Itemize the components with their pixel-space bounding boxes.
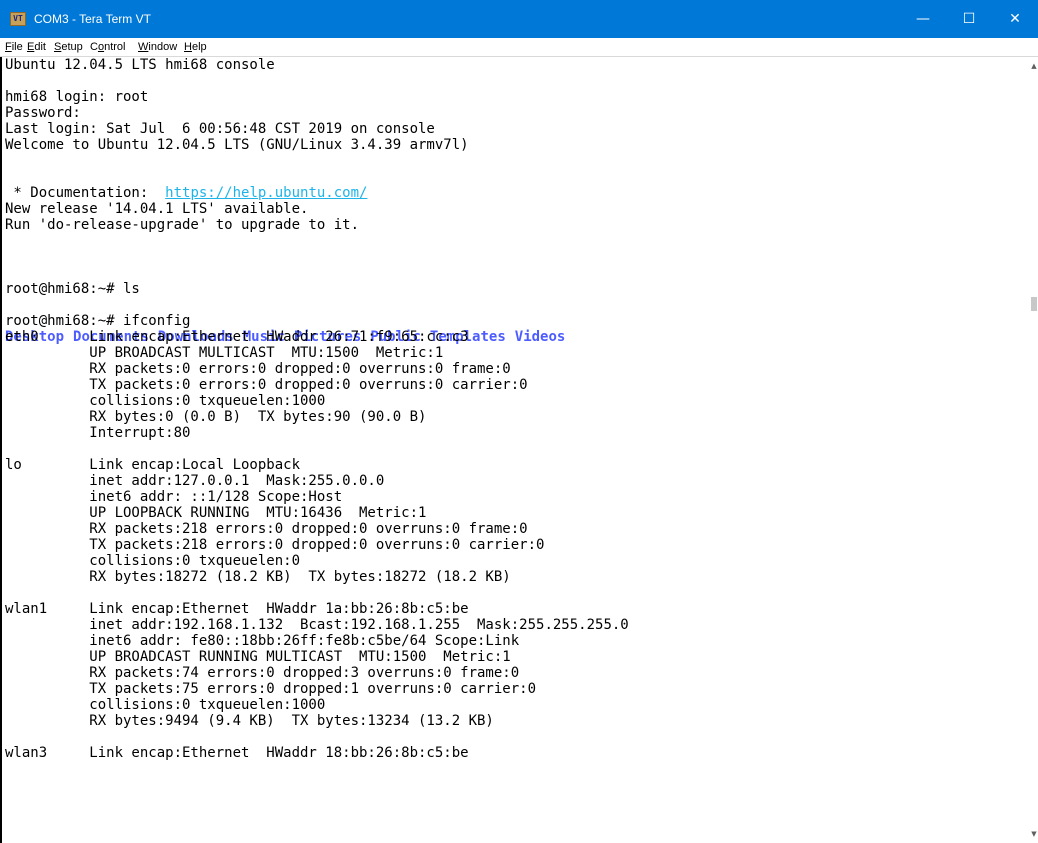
terminal-line: TX packets:75 errors:0 dropped:1 overrun…: [5, 681, 537, 697]
terminal-line: Ubuntu 12.04.5 LTS hmi68 console: [5, 57, 275, 73]
menu-control[interactable]: Control: [90, 39, 125, 55]
terminal-line: inet6 addr: fe80::18bb:26ff:fe8b:c5be/64…: [5, 633, 520, 649]
menu-setup[interactable]: Setup: [54, 39, 83, 55]
tera-term-app-icon[interactable]: VT: [10, 12, 26, 26]
close-button[interactable]: ✕: [992, 0, 1038, 38]
terminal-line: RX bytes:0 (0.0 B) TX bytes:90 (90.0 B): [5, 409, 427, 425]
terminal-line: eth0 Link encap:Ethernet HWaddr 26:71:f9…: [5, 329, 469, 345]
terminal-line: TX packets:218 errors:0 dropped:0 overru…: [5, 537, 545, 553]
maximize-button[interactable]: ☐: [946, 0, 992, 38]
minimize-button[interactable]: —: [900, 0, 946, 38]
title-bar[interactable]: VT COM3 - Tera Term VT — ☐ ✕: [0, 0, 1038, 38]
terminal-line: RX bytes:9494 (9.4 KB) TX bytes:13234 (1…: [5, 713, 494, 729]
terminal-line: UP LOOPBACK RUNNING MTU:16436 Metric:1: [5, 505, 427, 521]
terminal-window: VT COM3 - Tera Term VT — ☐ ✕ File Edit S…: [0, 0, 1038, 843]
left-edge-bar: [0, 57, 2, 843]
terminal-line: Run 'do-release-upgrade' to upgrade to i…: [5, 217, 360, 233]
directory-entry: Videos: [514, 329, 566, 345]
terminal-line: inet addr:192.168.1.132 Bcast:192.168.1.…: [5, 617, 629, 633]
terminal-line: lo Link encap:Local Loopback: [5, 457, 301, 473]
scroll-thumb[interactable]: [1031, 297, 1037, 311]
vertical-scrollbar[interactable]: ▲ ▼: [1030, 57, 1038, 843]
terminal-line: Interrupt:80: [5, 425, 191, 441]
terminal-line: RX packets:74 errors:0 dropped:3 overrun…: [5, 665, 520, 681]
terminal-line: RX bytes:18272 (18.2 KB) TX bytes:18272 …: [5, 569, 511, 585]
terminal-line: collisions:0 txqueuelen:1000: [5, 697, 326, 713]
terminal-line: Last login: Sat Jul 6 00:56:48 CST 2019 …: [5, 121, 435, 137]
terminal-line: wlan1 Link encap:Ethernet HWaddr 1a:bb:2…: [5, 601, 469, 617]
terminal-line: wlan3 Link encap:Ethernet HWaddr 18:bb:2…: [5, 745, 469, 761]
window-title: COM3 - Tera Term VT: [34, 12, 151, 26]
menu-bar: File Edit Setup Control Window Help: [0, 38, 1038, 57]
documentation-line: * Documentation: https://help.ubuntu.com…: [5, 185, 368, 201]
menu-edit[interactable]: Edit: [27, 39, 46, 55]
menu-window[interactable]: Window: [138, 39, 177, 55]
scroll-down-icon[interactable]: ▼: [1031, 831, 1037, 838]
terminal-line: inet addr:127.0.0.1 Mask:255.0.0.0: [5, 473, 385, 489]
terminal-line: root@hmi68:~# ifconfig: [5, 313, 191, 329]
menu-file[interactable]: File: [5, 39, 23, 55]
documentation-link[interactable]: https://help.ubuntu.com/: [165, 185, 367, 201]
terminal-line: New release '14.04.1 LTS' available.: [5, 201, 309, 217]
scroll-up-icon[interactable]: ▲: [1031, 63, 1037, 70]
terminal-line: Password:: [5, 105, 81, 121]
terminal-line: RX packets:0 errors:0 dropped:0 overruns…: [5, 361, 511, 377]
terminal-screen[interactable]: * Documentation: https://help.ubuntu.com…: [0, 57, 1030, 843]
terminal-line: root@hmi68:~# ls: [5, 281, 140, 297]
terminal-line: TX packets:0 errors:0 dropped:0 overruns…: [5, 377, 528, 393]
terminal-line: inet6 addr: ::1/128 Scope:Host: [5, 489, 343, 505]
terminal-line: UP BROADCAST RUNNING MULTICAST MTU:1500 …: [5, 649, 511, 665]
terminal-line: UP BROADCAST MULTICAST MTU:1500 Metric:1: [5, 345, 444, 361]
terminal-line: collisions:0 txqueuelen:0: [5, 553, 301, 569]
terminal-line: hmi68 login: root: [5, 89, 149, 105]
terminal-line: Welcome to Ubuntu 12.04.5 LTS (GNU/Linux…: [5, 137, 469, 153]
terminal-line: collisions:0 txqueuelen:1000: [5, 393, 326, 409]
terminal-line: RX packets:218 errors:0 dropped:0 overru…: [5, 521, 528, 537]
menu-help[interactable]: Help: [184, 39, 207, 55]
